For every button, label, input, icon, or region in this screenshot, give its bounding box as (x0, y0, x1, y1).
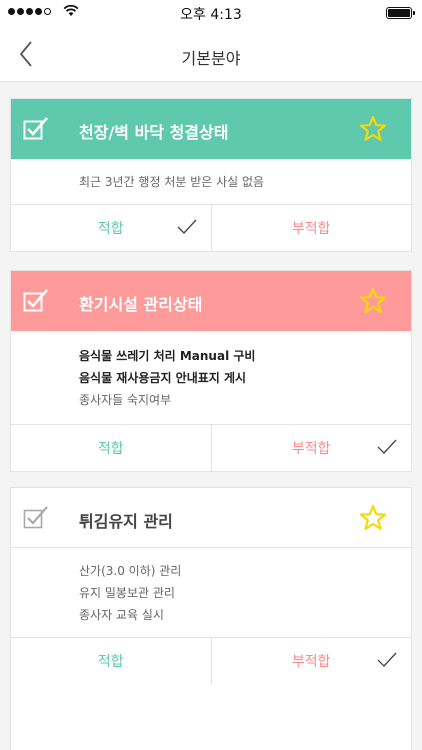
checklist-card-frying-oil: 튀김유지 관리 산가(3.0 이하) 관리 유지 밀봉보관 관리 종사자 교육 … (10, 487, 412, 685)
checkbox-checked-icon[interactable] (23, 288, 49, 312)
star-icon[interactable] (359, 287, 387, 314)
status-time: 오후 4:13 (180, 7, 242, 23)
card-title: 천장/벽 바닥 청결상태 (79, 123, 229, 142)
nav-bar: 기본분야 (0, 26, 422, 82)
card-description: 유지 밀봉보관 관리 (79, 585, 175, 600)
card-header: 천장/벽 바닥 청결상태 (11, 99, 411, 159)
card-header: 튀김유지 관리 (11, 488, 411, 548)
next-card-placeholder (10, 684, 412, 750)
checkbox-checked-icon[interactable] (23, 116, 49, 140)
card-description: 최근 3년간 행정 처분 받은 사실 없음 (79, 174, 265, 189)
unsuitable-label: 부적합 (291, 654, 331, 670)
star-icon[interactable] (359, 504, 387, 531)
checklist-card-ceiling-floor: 천장/벽 바닥 청결상태 최근 3년간 행정 처분 받은 사실 없음 적합 부적… (10, 98, 412, 252)
unsuitable-button[interactable]: 부적합 (210, 425, 412, 471)
suitable-button[interactable]: 적합 (11, 205, 211, 251)
star-icon[interactable] (359, 115, 387, 142)
card-description: 종사자들 숙지여부 (79, 392, 172, 407)
card-header: 환기시설 관리상태 (11, 271, 411, 331)
battery-level (388, 9, 410, 17)
card-description: 음식물 쓰레기 처리 Manual 구비 (79, 348, 256, 363)
check-mark-icon (377, 439, 397, 454)
card-description: 산가(3.0 이하) 관리 (79, 563, 182, 578)
card-body: 음식물 쓰레기 처리 Manual 구비 음식물 재사용금지 안내표지 게시 종… (11, 331, 411, 425)
unsuitable-button[interactable]: 부적합 (210, 205, 412, 251)
suitable-button[interactable]: 적합 (11, 638, 211, 684)
check-mark-icon (377, 652, 397, 667)
status-bar: 오후 4:13 (0, 0, 422, 26)
suitable-label: 적합 (97, 441, 124, 457)
unsuitable-button[interactable]: 부적합 (210, 638, 412, 684)
suitable-label: 적합 (97, 654, 124, 670)
card-actions: 적합 부적합 (11, 638, 411, 684)
battery-icon (386, 7, 415, 19)
card-body: 산가(3.0 이하) 관리 유지 밀봉보관 관리 종사자 교육 실시 (11, 548, 411, 638)
card-actions: 적합 부적합 (11, 425, 411, 471)
suitable-label: 적합 (97, 221, 124, 237)
checklist-card-ventilation: 환기시설 관리상태 음식물 쓰레기 처리 Manual 구비 음식물 재사용금지… (10, 270, 412, 472)
checkbox-unchecked-icon[interactable] (23, 505, 49, 529)
card-description: 종사자 교육 실시 (79, 607, 164, 622)
page-title: 기본분야 (181, 49, 241, 68)
card-actions: 적합 부적합 (11, 205, 411, 251)
unsuitable-label: 부적합 (291, 441, 331, 457)
suitable-button[interactable]: 적합 (11, 425, 211, 471)
check-mark-icon (177, 219, 196, 234)
card-title: 환기시설 관리상태 (79, 295, 203, 314)
card-description: 음식물 재사용금지 안내표지 게시 (79, 370, 247, 385)
card-title: 튀김유지 관리 (79, 512, 173, 531)
card-body: 최근 3년간 행정 처분 받은 사실 없음 (11, 159, 411, 205)
unsuitable-label: 부적합 (291, 221, 331, 237)
